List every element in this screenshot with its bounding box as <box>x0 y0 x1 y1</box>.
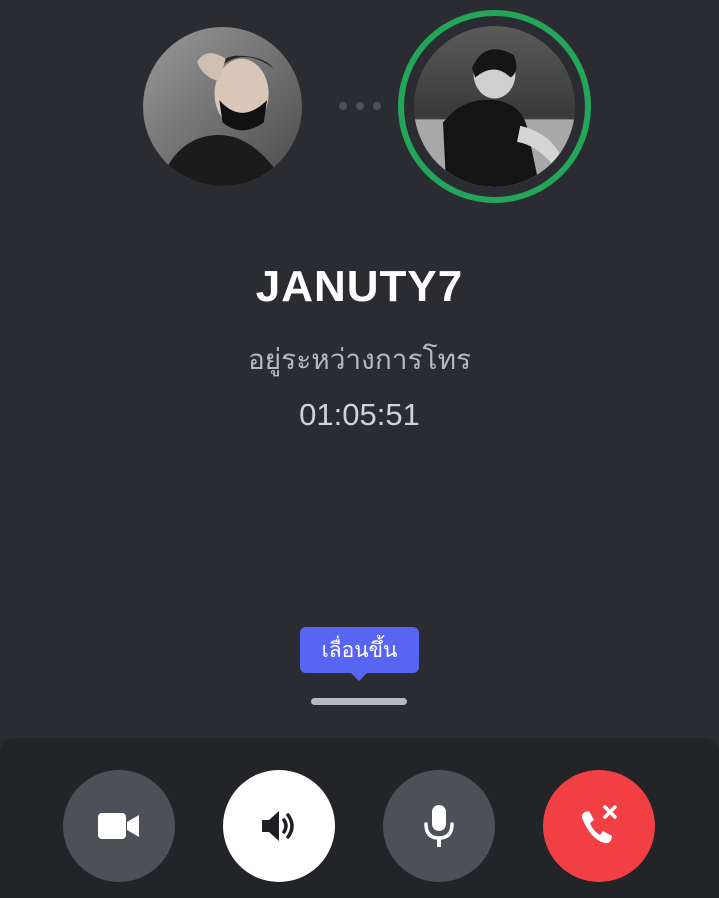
connection-dots <box>339 102 381 110</box>
phone-hangup-icon <box>581 805 617 844</box>
hang-up-button[interactable] <box>543 770 655 882</box>
drag-handle[interactable] <box>311 698 407 705</box>
video-button[interactable] <box>63 770 175 882</box>
microphone-button[interactable] <box>383 770 495 882</box>
speaker-icon <box>262 811 294 841</box>
microphone-icon <box>424 805 454 847</box>
swipe-up-tooltip: เลื่อนขึ้น <box>300 627 419 673</box>
dot <box>356 102 364 110</box>
self-avatar <box>143 27 302 186</box>
self-avatar-image <box>143 27 302 186</box>
speaking-ring <box>398 10 591 203</box>
dot <box>339 102 347 110</box>
call-duration: 01:05:51 <box>299 397 420 432</box>
video-camera-icon <box>98 813 139 839</box>
tooltip-arrow <box>351 673 367 681</box>
caller-name: JANUTY7 <box>255 262 464 311</box>
call-status: อยู่ระหว่างการโทร <box>247 343 472 376</box>
dot <box>373 102 381 110</box>
remote-avatar <box>414 26 575 187</box>
remote-avatar-image <box>414 26 575 187</box>
speaker-button[interactable] <box>223 770 335 882</box>
call-screen: JANUTY7 อยู่ระหว่างการโทร 01:05:51 เลื่อ… <box>0 0 719 898</box>
